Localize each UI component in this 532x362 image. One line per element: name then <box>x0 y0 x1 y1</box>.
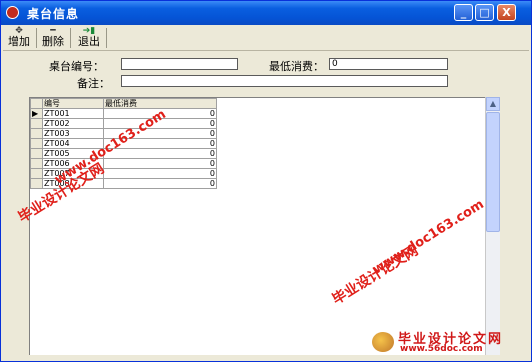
cell-min-spend[interactable]: 0 <box>103 168 217 179</box>
logo-url: www.56doc.com <box>400 344 483 354</box>
scroll-up-icon[interactable]: ▲ <box>486 97 500 111</box>
column-header-id[interactable]: 编号 <box>42 98 104 109</box>
toolbar-divider <box>106 28 107 48</box>
minimize-button[interactable]: _ <box>454 4 473 21</box>
table-no-label: 桌台编号： <box>49 60 104 73</box>
toolbar: ✥ 增加 ━ 删除 ➔▮ 退出 <box>3 26 529 51</box>
table-row[interactable]: ▶ ZT001 0 <box>30 108 217 119</box>
cell-min-spend[interactable]: 0 <box>103 158 217 169</box>
exit-label: 退出 <box>78 35 100 48</box>
row-indicator <box>30 158 43 169</box>
row-indicator <box>30 178 43 189</box>
toolbar-divider <box>70 28 71 48</box>
title-bar[interactable]: 桌台信息 _ □ X <box>1 1 531 25</box>
table-row[interactable]: ZT006 0 <box>30 158 217 169</box>
row-indicator <box>30 168 43 179</box>
table-row[interactable]: ZT002 0 <box>30 118 217 129</box>
window-title: 桌台信息 <box>27 7 80 21</box>
cell-min-spend[interactable]: 0 <box>103 178 217 189</box>
vertical-scrollbar[interactable]: ▲ <box>485 97 500 355</box>
cell-min-spend[interactable]: 0 <box>103 148 217 159</box>
remark-label: 备注： <box>77 77 110 90</box>
row-indicator <box>30 148 43 159</box>
delete-button[interactable]: ━ 删除 <box>39 27 67 49</box>
min-spend-input[interactable]: 0 <box>329 58 448 70</box>
min-spend-label: 最低消费： <box>269 60 324 73</box>
remark-input[interactable] <box>121 75 448 87</box>
cell-id[interactable]: ZT002 <box>42 118 104 129</box>
logo-mark-icon <box>372 332 394 352</box>
row-indicator <box>30 118 43 129</box>
add-button[interactable]: ✥ 增加 <box>5 27 33 49</box>
toolbar-divider <box>36 28 37 48</box>
delete-label: 删除 <box>42 35 64 48</box>
app-icon[interactable] <box>6 6 19 19</box>
current-row-arrow-icon: ▶ <box>30 108 43 119</box>
maximize-button[interactable]: □ <box>475 4 494 21</box>
scroll-thumb[interactable] <box>486 112 500 232</box>
row-indicator <box>30 138 43 149</box>
cell-id[interactable]: ZT003 <box>42 128 104 139</box>
row-indicator-header <box>30 98 43 109</box>
table-row[interactable]: ZT005 0 <box>30 148 217 159</box>
table-form: 桌台编号： 最低消费： 0 备注： <box>3 51 529 95</box>
row-indicator <box>30 128 43 139</box>
data-grid[interactable]: 编号 最低消费 ▶ ZT001 0 ZT002 0 ZT003 0 ZT004 0 ZT0… <box>29 97 500 355</box>
grid-header-row: 编号 最低消费 <box>30 98 217 109</box>
add-label: 增加 <box>8 35 30 48</box>
close-button[interactable]: X <box>497 4 516 21</box>
exit-button[interactable]: ➔▮ 退出 <box>75 27 103 49</box>
cell-id[interactable]: ZT001 <box>42 108 104 119</box>
site-logo: 毕业设计论文网 www.56doc.com <box>372 328 528 356</box>
table-no-input[interactable] <box>121 58 238 70</box>
